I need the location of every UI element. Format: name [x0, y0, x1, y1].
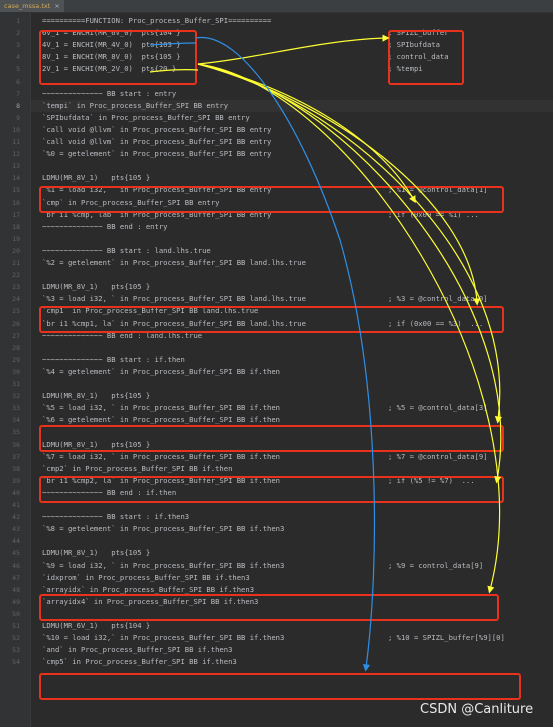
arrow-to-line-37 — [197, 63, 502, 484]
arrow-to-line-24 — [197, 63, 481, 306]
arrow-to-line-33 — [197, 63, 503, 424]
watermark: CSDN @Canliture — [420, 702, 534, 717]
underline-mark — [149, 69, 199, 73]
arrow-to-symbol-table — [197, 34, 390, 65]
arrow-to-line-15 — [197, 63, 416, 204]
underline-blue — [149, 42, 197, 46]
annotation-arrows — [149, 34, 503, 672]
arrow-to-line-46 — [197, 63, 501, 594]
